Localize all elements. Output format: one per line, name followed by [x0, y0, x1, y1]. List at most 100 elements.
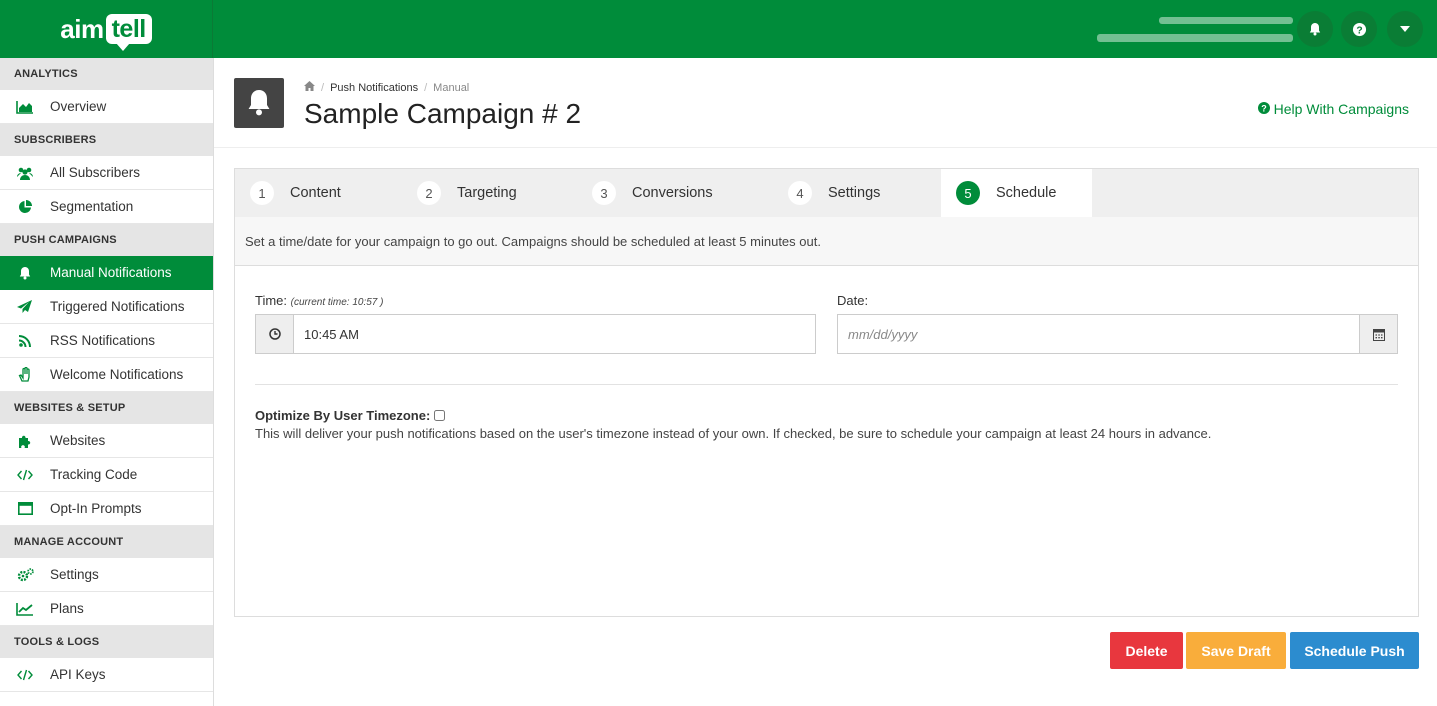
optimize-timezone-label: Optimize By User Timezone:	[255, 408, 431, 423]
notifications-button[interactable]	[1297, 11, 1333, 47]
main-content: / Push Notifications / Manual Sample Cam…	[214, 58, 1437, 706]
sidebar-item-label: Overview	[50, 99, 107, 114]
optimize-timezone-row: Optimize By User Timezone:	[255, 408, 446, 423]
code-icon	[16, 467, 34, 483]
sidebar-item-settings[interactable]: Settings	[0, 558, 213, 592]
svg-text:?: ?	[1356, 25, 1362, 36]
calendar-icon[interactable]	[1359, 315, 1397, 353]
question-circle-icon: ?	[1352, 22, 1366, 36]
date-input-group	[837, 314, 1398, 354]
sidebar-item-rss-notifications[interactable]: RSS Notifications	[0, 324, 213, 358]
sidebar-item-plans[interactable]: Plans	[0, 592, 213, 626]
sidebar-item-websites[interactable]: Websites	[0, 424, 213, 458]
page-title: Sample Campaign # 2	[304, 98, 582, 129]
sidebar-item-label: RSS Notifications	[50, 333, 156, 348]
svg-text:?: ?	[1261, 103, 1267, 113]
sidebar-item-overview[interactable]: Overview	[0, 90, 213, 124]
save-draft-button[interactable]: Save Draft	[1186, 632, 1286, 669]
user-account-info-blurred[interactable]	[1097, 14, 1293, 44]
sidebar-item-opt-in-prompts[interactable]: Opt-In Prompts	[0, 492, 213, 526]
tab-schedule[interactable]: 5 Schedule	[941, 169, 1092, 217]
account-dropdown-button[interactable]	[1387, 11, 1423, 47]
tab-label: Targeting	[457, 185, 517, 201]
sidebar-item-label: Plans	[50, 601, 84, 616]
sidebar-item-label: Opt-In Prompts	[50, 501, 142, 516]
gears-icon	[16, 567, 34, 583]
campaign-type-badge	[234, 78, 284, 128]
sidebar-item-all-subscribers[interactable]: All Subscribers	[0, 156, 213, 190]
area-chart-icon	[16, 99, 34, 115]
time-label-text: Time:	[255, 293, 288, 308]
sidebar-item-segmentation[interactable]: Segmentation	[0, 190, 213, 224]
pie-chart-icon	[16, 199, 34, 215]
logo-area[interactable]: aim tell	[0, 0, 213, 58]
tab-conversions[interactable]: 3 Conversions	[577, 169, 773, 217]
hand-wave-icon	[16, 367, 34, 383]
optimize-timezone-checkbox[interactable]	[434, 410, 446, 421]
puzzle-icon	[16, 433, 34, 449]
date-label: Date:	[837, 293, 869, 308]
help-button[interactable]: ?	[1341, 11, 1377, 47]
breadcrumb-push-notifications[interactable]: Push Notifications	[330, 82, 418, 94]
question-circle-icon: ?	[1257, 101, 1270, 117]
schedule-push-button[interactable]: Schedule Push	[1290, 632, 1419, 669]
help-with-campaigns-link[interactable]: ? Help With Campaigns	[1257, 101, 1409, 117]
time-label: Time: (current time: 10:57 )	[255, 293, 383, 308]
breadcrumb-separator: /	[424, 81, 428, 94]
divider	[255, 384, 1398, 385]
sidebar-item-label: Triggered Notifications	[50, 299, 185, 314]
tab-label: Schedule	[996, 185, 1057, 201]
sidebar-item-triggered-notifications[interactable]: Triggered Notifications	[0, 290, 213, 324]
bell-icon	[16, 265, 34, 281]
sidebar-item-api-keys[interactable]: API Keys	[0, 658, 213, 692]
delete-button[interactable]: Delete	[1110, 632, 1183, 669]
sidebar-item-label: Websites	[50, 433, 106, 448]
user-email-blurred	[1097, 34, 1293, 42]
window-icon	[16, 501, 34, 517]
step-number: 1	[250, 181, 274, 205]
bell-icon	[248, 90, 270, 116]
home-icon[interactable]	[304, 81, 315, 94]
user-name-blurred	[1159, 17, 1293, 24]
date-input[interactable]	[838, 315, 1359, 353]
code-icon	[16, 667, 34, 683]
breadcrumb-current: Manual	[433, 81, 470, 94]
sidebar-item-welcome-notifications[interactable]: Welcome Notifications	[0, 358, 213, 392]
top-bar: aim tell ?	[0, 0, 1437, 58]
logo-text-aim: aim	[60, 13, 104, 44]
sidebar-item-manual-notifications[interactable]: Manual Notifications	[0, 256, 213, 290]
sidebar-item-label: API Keys	[50, 667, 106, 682]
sidebar: ANALYTICS Overview SUBSCRIBERS All Subsc…	[0, 58, 214, 706]
caret-down-icon	[1400, 26, 1410, 32]
schedule-instructions: Set a time/date for your campaign to go …	[235, 217, 1418, 266]
step-number: 2	[417, 181, 441, 205]
sidebar-item-tracking-code[interactable]: Tracking Code	[0, 458, 213, 492]
line-chart-icon	[16, 601, 34, 617]
paper-plane-icon	[16, 299, 34, 315]
sidebar-item-label: Tracking Code	[50, 467, 138, 482]
step-number: 5	[956, 181, 980, 205]
section-tools-logs: TOOLS & LOGS	[0, 626, 213, 658]
section-analytics: ANALYTICS	[0, 58, 213, 90]
campaign-wizard-panel: 1 Content 2 Targeting 3 Conversions 4 Se…	[234, 168, 1419, 617]
tab-label: Conversions	[632, 185, 713, 201]
breadcrumb: / Push Notifications / Manual	[304, 81, 469, 94]
current-time-note: (current time: 10:57 )	[290, 297, 384, 308]
rss-icon	[16, 333, 34, 349]
tab-content[interactable]: 1 Content	[235, 169, 402, 217]
sidebar-item-label: Welcome Notifications	[50, 367, 184, 382]
tab-targeting[interactable]: 2 Targeting	[402, 169, 577, 217]
tab-settings[interactable]: 4 Settings	[773, 169, 941, 217]
logo-text-tell: tell	[105, 14, 152, 51]
tab-label: Content	[290, 185, 341, 201]
breadcrumb-separator: /	[321, 81, 325, 94]
aimtell-logo[interactable]: aim tell	[60, 13, 152, 51]
sidebar-item-label: All Subscribers	[50, 165, 141, 180]
section-push-campaigns: PUSH CAMPAIGNS	[0, 224, 213, 256]
step-number: 4	[788, 181, 812, 205]
wizard-tabs: 1 Content 2 Targeting 3 Conversions 4 Se…	[235, 169, 1418, 217]
bell-icon	[1309, 23, 1321, 36]
tab-label: Settings	[828, 185, 881, 201]
time-input[interactable]	[294, 315, 815, 353]
page-header: / Push Notifications / Manual Sample Cam…	[214, 58, 1437, 148]
